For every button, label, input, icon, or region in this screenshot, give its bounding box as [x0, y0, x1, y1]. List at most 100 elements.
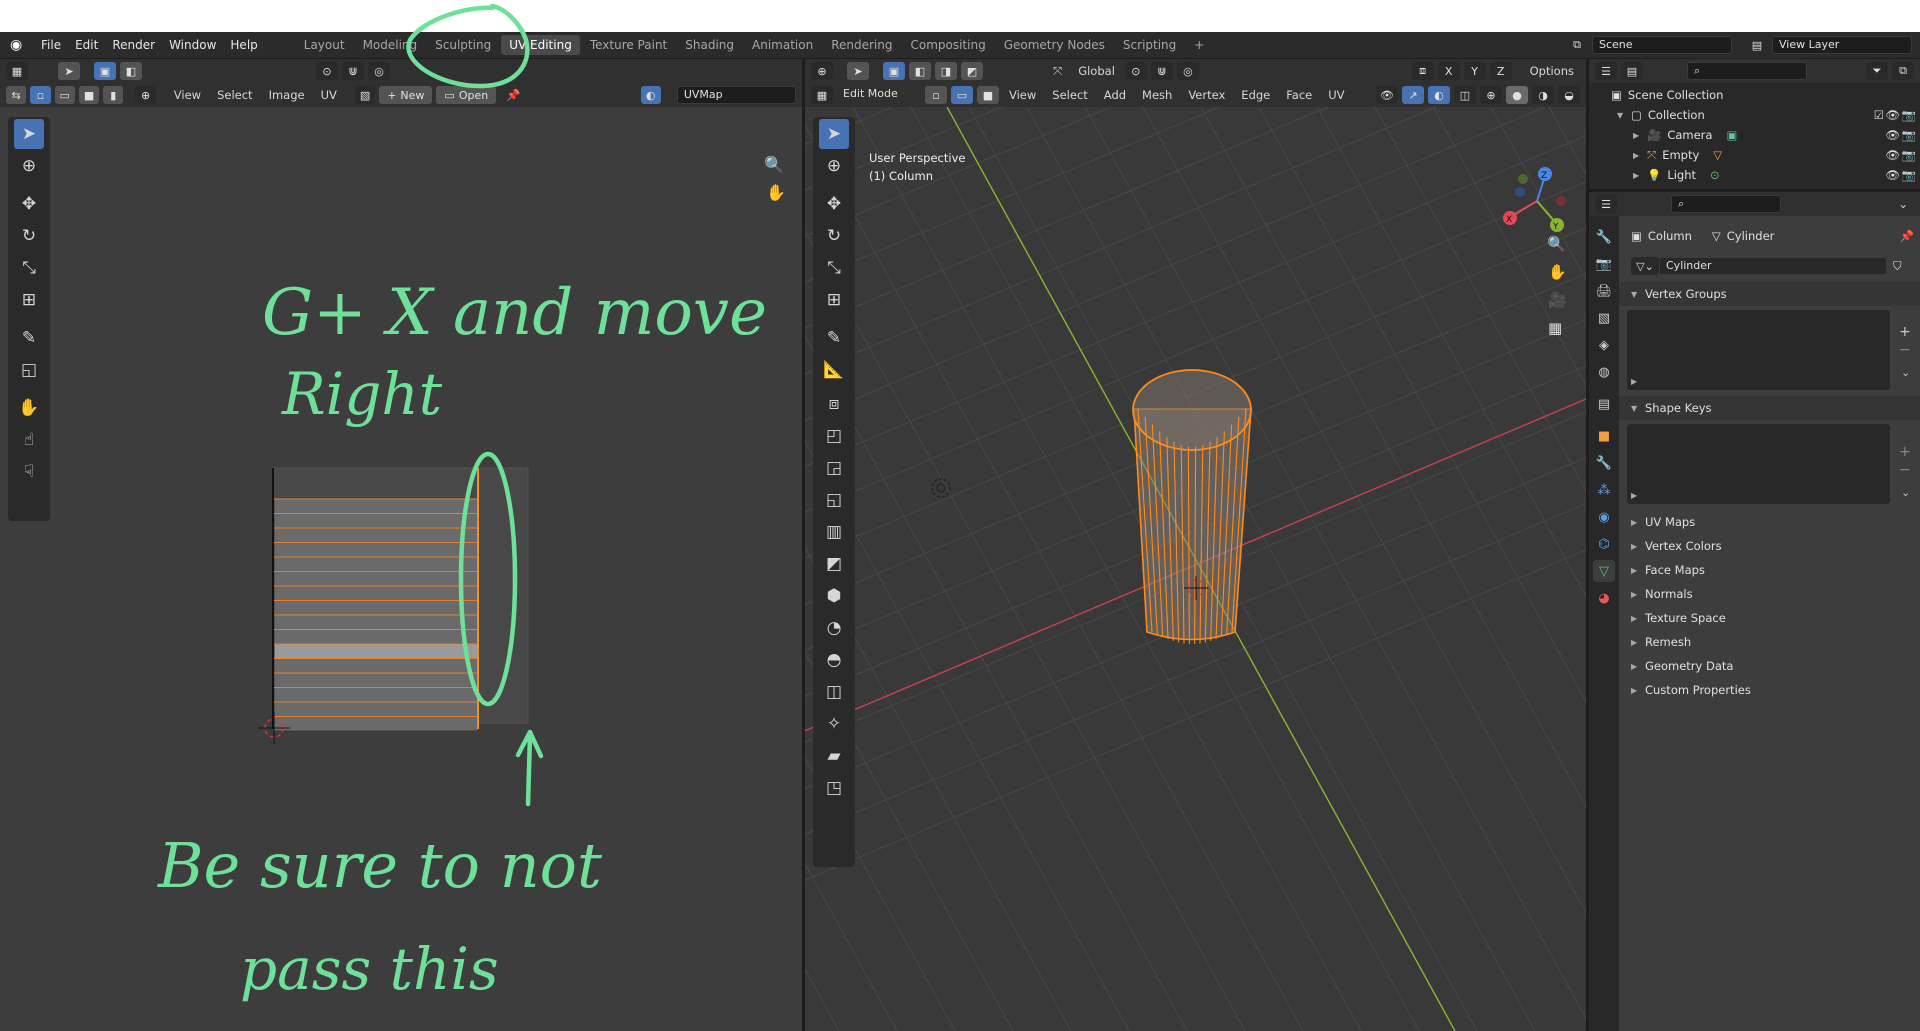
- outliner-item-camera[interactable]: ▶ 🎥 Camera ▣ 👁 📷: [1589, 125, 1920, 145]
- output-tab-icon[interactable]: 🖨: [1593, 280, 1615, 302]
- outliner-display-mode-icon[interactable]: ▤: [1621, 62, 1643, 80]
- collection-tab-icon[interactable]: ▤: [1593, 393, 1615, 415]
- shape-keys-list[interactable]: ▶: [1627, 424, 1890, 504]
- collection-checkbox[interactable]: ☑: [1874, 108, 1884, 122]
- panel-geometry-data[interactable]: ▶ Geometry Data: [1619, 654, 1920, 678]
- scene-field[interactable]: Scene: [1592, 36, 1732, 54]
- vp-annotate-icon[interactable]: ✎: [819, 323, 849, 353]
- vp-shrink-icon[interactable]: ✧: [819, 709, 849, 739]
- vp-menu-add[interactable]: Add: [1098, 85, 1132, 105]
- empty-visibility-icon[interactable]: 👁: [1885, 148, 1900, 162]
- scene-icon[interactable]: ⧉: [1566, 36, 1588, 54]
- properties-editor[interactable]: ☰ ⌕ ⌄ 🔧 📷 🖨 ▧ ◈ ◍ ▤ ■ 🔧 ⁂ ◉ ⌬ ▽ ◕ ▣ Colu…: [1589, 192, 1920, 1031]
- viewport-select-mode-icon[interactable]: ▣: [883, 62, 905, 80]
- tab-texture-paint[interactable]: Texture Paint: [582, 35, 675, 55]
- vertex-groups-list[interactable]: ▶: [1627, 310, 1890, 390]
- tool-tab-icon[interactable]: 🔧: [1593, 226, 1615, 248]
- options-dropdown[interactable]: Options: [1524, 61, 1580, 81]
- camera-visibility-icon[interactable]: 👁: [1885, 128, 1900, 142]
- panel-remesh[interactable]: ▶ Remesh: [1619, 630, 1920, 654]
- blender-logo-icon[interactable]: ◉: [10, 37, 26, 53]
- mesh-browse-icon[interactable]: ▽⌄: [1631, 257, 1659, 275]
- collection-visibility-icon[interactable]: 👁: [1885, 108, 1900, 122]
- view-layer-field[interactable]: View Layer: [1772, 36, 1912, 54]
- tab-compositing[interactable]: Compositing: [902, 35, 993, 55]
- vp-menu-uv[interactable]: UV: [1322, 85, 1350, 105]
- outliner-filter-icon[interactable]: ⏷: [1866, 62, 1888, 80]
- object-tab-icon[interactable]: ■: [1593, 425, 1615, 447]
- pin-properties-icon[interactable]: 📌: [1900, 229, 1914, 243]
- properties-options-icon[interactable]: ⌄: [1892, 194, 1914, 214]
- vp-extrude-icon[interactable]: ◰: [819, 421, 849, 451]
- constraints-tab-icon[interactable]: ⌬: [1593, 533, 1615, 555]
- vp-ortho-toggle-icon[interactable]: ▦: [1548, 319, 1562, 337]
- outliner-collection[interactable]: ▼ ▢ Collection ☑ 👁 📷: [1589, 105, 1920, 125]
- outliner[interactable]: ☰ ▤ ⌕ ⏷ ⧉ ▣ Scene Collection ▼ ▢ Collect…: [1589, 59, 1920, 189]
- panel-uv-maps[interactable]: ▶ UV Maps: [1619, 510, 1920, 534]
- menu-help[interactable]: Help: [223, 32, 264, 58]
- sk-list-expand-icon[interactable]: ▶: [1631, 491, 1637, 500]
- menu-file[interactable]: File: [34, 32, 68, 58]
- view-layer-tab-icon[interactable]: ▧: [1593, 307, 1615, 329]
- axis-x-toggle[interactable]: X: [1437, 62, 1460, 80]
- sk-add-icon[interactable]: +: [1899, 444, 1911, 460]
- menu-window[interactable]: Window: [162, 32, 223, 58]
- viewport-proportional-icon[interactable]: ◎: [1176, 62, 1199, 80]
- vp-measure-icon[interactable]: 📐: [819, 355, 849, 385]
- vg-menu-icon[interactable]: ⌄: [1901, 366, 1910, 379]
- viewport-select-invert-icon[interactable]: ◩: [961, 62, 983, 80]
- tab-layout[interactable]: Layout: [296, 35, 353, 55]
- tab-rendering[interactable]: Rendering: [823, 35, 900, 55]
- panel-texture-space[interactable]: ▶ Texture Space: [1619, 606, 1920, 630]
- cylinder-mesh[interactable]: [1132, 369, 1252, 644]
- edge-mode-icon[interactable]: ▭: [951, 86, 973, 104]
- particles-tab-icon[interactable]: ⁂: [1593, 479, 1615, 501]
- axis-z-toggle[interactable]: Z: [1489, 62, 1512, 80]
- mesh-name-field[interactable]: Cylinder: [1659, 257, 1887, 275]
- 3d-viewport[interactable]: ⊕ ➤ ▣ ◧ ◨ ◩ ⤧ Global ⊙ ⋓ ◎ ⧈ X Y Z Optio…: [805, 59, 1586, 1031]
- material-tab-icon[interactable]: ◕: [1593, 587, 1615, 609]
- vp-inset-icon[interactable]: ◲: [819, 453, 849, 483]
- vg-remove-icon[interactable]: −: [1899, 342, 1911, 358]
- panel-vertex-colors[interactable]: ▶ Vertex Colors: [1619, 534, 1920, 558]
- viewport-snap-icon[interactable]: ⋓: [1150, 62, 1173, 80]
- vp-menu-mesh[interactable]: Mesh: [1136, 85, 1178, 105]
- vp-knife-icon[interactable]: ◩: [819, 549, 849, 579]
- fake-user-icon[interactable]: ⛉: [1893, 259, 1902, 274]
- tab-scripting[interactable]: Scripting: [1115, 35, 1184, 55]
- light-object-icon[interactable]: [931, 478, 951, 498]
- panel-vertex-groups[interactable]: ▼ Vertex Groups: [1619, 282, 1920, 306]
- modifier-tab-icon[interactable]: 🔧: [1593, 452, 1615, 474]
- light-visibility-icon[interactable]: 👁: [1885, 168, 1900, 182]
- vp-smooth-icon[interactable]: ◓: [819, 645, 849, 675]
- mode-dropdown[interactable]: Edit Mode: [837, 86, 921, 104]
- vp-menu-vertex[interactable]: Vertex: [1182, 85, 1231, 105]
- vp-menu-face[interactable]: Face: [1280, 85, 1318, 105]
- sk-menu-icon[interactable]: ⌄: [1901, 486, 1910, 499]
- vp-polybuild-icon[interactable]: ⬢: [819, 581, 849, 611]
- mirror-icon[interactable]: ⧈: [1411, 62, 1434, 80]
- outliner-search-input[interactable]: ⌕: [1687, 62, 1807, 80]
- vp-loopcut-icon[interactable]: ▥: [819, 517, 849, 547]
- vp-edge-slide-icon[interactable]: ◫: [819, 677, 849, 707]
- vp-menu-edge[interactable]: Edge: [1235, 85, 1276, 105]
- menu-edit[interactable]: Edit: [68, 32, 105, 58]
- outliner-type-icon[interactable]: ☰: [1595, 62, 1617, 80]
- solid-shading-icon[interactable]: ●: [1506, 86, 1528, 104]
- vg-add-icon[interactable]: +: [1899, 324, 1911, 340]
- vp-move-icon[interactable]: ✥: [819, 189, 849, 219]
- vp-camera-view-icon[interactable]: 🎥: [1548, 291, 1567, 309]
- panel-normals[interactable]: ▶ Normals: [1619, 582, 1920, 606]
- transform-orientation-dropdown[interactable]: Global: [1072, 61, 1121, 81]
- light-render-icon[interactable]: 📷: [1902, 168, 1916, 182]
- orientation-icon[interactable]: ⤧: [1047, 61, 1068, 81]
- uv-canvas[interactable]: G+ X and move Right Be sure to not pass …: [0, 59, 802, 1031]
- panel-face-maps[interactable]: ▶ Face Maps: [1619, 558, 1920, 582]
- camera-render-icon[interactable]: 📷: [1902, 128, 1916, 142]
- panel-shape-keys[interactable]: ▼ Shape Keys: [1619, 396, 1920, 420]
- scene-tab-icon[interactable]: ◈: [1593, 334, 1615, 356]
- viewport-select-tool-icon[interactable]: ➤: [847, 62, 869, 80]
- wireframe-shading-icon[interactable]: ⊕: [1480, 86, 1502, 104]
- viewport-canvas[interactable]: [805, 107, 1586, 1031]
- camera-expand-icon[interactable]: ▶: [1633, 131, 1647, 140]
